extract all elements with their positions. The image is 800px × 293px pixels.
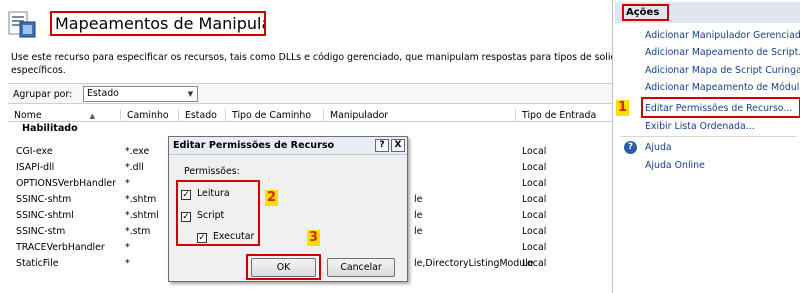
cell-name: CGI-exe bbox=[16, 146, 53, 157]
cancel-button[interactable]: Cancelar bbox=[327, 258, 395, 277]
handler-mappings-icon bbox=[8, 11, 36, 38]
action-help-online[interactable]: Ajuda Online bbox=[645, 160, 705, 171]
action-add-module-mapping[interactable]: Adicionar Mapeamento de Módulo... bbox=[645, 82, 800, 93]
page-title: Mapeamentos de Manipulador bbox=[50, 11, 266, 36]
cell-name: SSINC-shtml bbox=[16, 210, 74, 221]
script-label: Script bbox=[197, 210, 225, 221]
cell-entry-type: Local bbox=[522, 226, 547, 237]
execute-label: Executar bbox=[213, 231, 255, 242]
help-icon[interactable]: ? bbox=[624, 141, 637, 154]
divider bbox=[621, 136, 797, 137]
cell-entry-type: Local bbox=[522, 178, 547, 189]
cell-path: *.shtml bbox=[125, 210, 159, 221]
cell-path: * bbox=[125, 178, 130, 189]
actions-title: Ações bbox=[622, 4, 669, 21]
action-add-managed-handler[interactable]: Adicionar Manipulador Gerenciado... bbox=[645, 30, 800, 41]
group-by-select[interactable]: Estado ▼ bbox=[83, 86, 198, 102]
cell-path: *.dll bbox=[125, 162, 144, 173]
edit-permissions-dialog: Editar Permissões de Recurso ? X Permiss… bbox=[168, 136, 408, 282]
help-button[interactable]: ? bbox=[375, 139, 389, 152]
cell-name: ISAPI-dll bbox=[16, 162, 55, 173]
cell-name: SSINC-stm bbox=[16, 226, 66, 237]
action-help[interactable]: Ajuda bbox=[645, 142, 672, 153]
cell-entry-type: Local bbox=[522, 194, 547, 205]
cell-entry-type: Local bbox=[522, 258, 547, 269]
group-by-bar: Agrupar por: Estado ▼ bbox=[8, 83, 612, 104]
action-edit-feature-permissions[interactable]: Editar Permissões de Recurso... bbox=[645, 103, 792, 114]
column-header-state[interactable]: Estado bbox=[179, 109, 226, 122]
cell-path: * bbox=[125, 258, 130, 269]
column-header-handler[interactable]: Manipulador bbox=[324, 109, 516, 122]
description-line: específicos. bbox=[11, 65, 66, 76]
table-header: Nome ▲ Caminho Estado Tipo de Caminho Man… bbox=[8, 108, 612, 122]
group-by-value: Estado bbox=[87, 88, 119, 99]
column-header-name[interactable]: Nome ▲ bbox=[8, 109, 121, 122]
cell-name: StaticFile bbox=[16, 258, 59, 269]
permissions-label: Permissões: bbox=[184, 166, 240, 177]
column-header-path[interactable]: Caminho bbox=[121, 109, 179, 122]
read-option[interactable]: ✓ Leitura bbox=[181, 188, 230, 200]
sort-asc-icon: ▲ bbox=[89, 112, 96, 120]
script-checkbox[interactable]: ✓ bbox=[181, 212, 191, 222]
script-option[interactable]: ✓ Script bbox=[181, 210, 224, 222]
cell-path: *.shtm bbox=[125, 194, 157, 205]
cell-path: *.stm bbox=[125, 226, 151, 237]
execute-option[interactable]: ✓ Executar bbox=[197, 231, 254, 243]
cell-entry-type: Local bbox=[522, 210, 547, 221]
action-add-script-map[interactable]: Adicionar Mapeamento de Script... bbox=[645, 47, 800, 58]
dialog-title: Editar Permissões de Recurso bbox=[173, 140, 335, 151]
group-heading: Habilitado bbox=[22, 123, 78, 134]
cell-entry-type: Local bbox=[522, 146, 547, 157]
page-description: Use este recurso para especificar os rec… bbox=[11, 51, 650, 77]
step-marker-1: 1 bbox=[616, 100, 629, 116]
actions-header: Ações bbox=[615, 2, 800, 23]
read-label: Leitura bbox=[197, 188, 230, 199]
cell-handler: le bbox=[414, 210, 423, 221]
step-marker-3: 3 bbox=[307, 230, 320, 246]
action-view-ordered-list[interactable]: Exibir Lista Ordenada... bbox=[645, 121, 755, 132]
action-add-wildcard-script-map[interactable]: Adicionar Mapa de Script Curinga... bbox=[645, 65, 800, 76]
column-header-entry-type[interactable]: Tipo de Entrada bbox=[516, 109, 612, 122]
cell-handler: le bbox=[414, 194, 423, 205]
ok-button[interactable]: OK bbox=[251, 258, 316, 277]
cell-entry-type: Local bbox=[522, 162, 547, 173]
cell-path: * bbox=[125, 242, 130, 253]
cell-handler: le bbox=[414, 226, 423, 237]
cell-name: OPTIONSVerbHandler bbox=[16, 178, 117, 189]
dialog-titlebar: Editar Permissões de Recurso ? X bbox=[169, 137, 407, 155]
column-header-path-type[interactable]: Tipo de Caminho bbox=[226, 109, 324, 122]
group-by-label: Agrupar por: bbox=[13, 89, 73, 100]
close-button[interactable]: X bbox=[391, 139, 405, 152]
execute-checkbox[interactable]: ✓ bbox=[197, 233, 207, 243]
cell-name: TRACEVerbHandler bbox=[16, 242, 105, 253]
read-checkbox[interactable]: ✓ bbox=[181, 190, 191, 200]
actions-pane: Ações Adicionar Manipulador Gerenciado..… bbox=[612, 0, 800, 293]
cell-name: SSINC-shtm bbox=[16, 194, 72, 205]
cell-entry-type: Local bbox=[522, 242, 547, 253]
description-line: Use este recurso para especificar os rec… bbox=[11, 52, 650, 63]
cell-path: *.exe bbox=[125, 146, 150, 157]
step-marker-2: 2 bbox=[265, 190, 278, 206]
cell-handler: le,DirectoryListingModule bbox=[414, 258, 534, 269]
chevron-down-icon[interactable]: ▼ bbox=[184, 87, 197, 101]
